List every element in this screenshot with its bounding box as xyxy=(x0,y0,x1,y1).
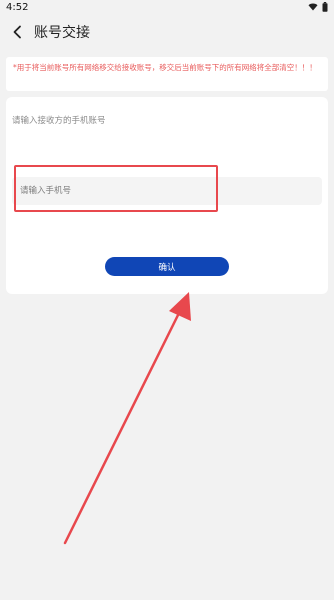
back-button[interactable] xyxy=(6,20,28,44)
phone-input[interactable] xyxy=(12,177,322,205)
status-icons xyxy=(308,2,328,12)
receiver-phone-label: 请输入接收方的手机账号 xyxy=(12,116,106,126)
battery-icon xyxy=(322,2,328,12)
wifi-icon xyxy=(308,3,318,11)
page-title: 账号交接 xyxy=(34,25,90,41)
transfer-form-card: 请输入接收方的手机账号 确认 xyxy=(6,97,328,294)
warning-notice-text: *用于将当前账号所有网络移交给接收账号，移交后当前账号下的所有网络将全部清空！！… xyxy=(13,63,317,72)
chevron-left-icon xyxy=(13,25,21,39)
app-bar: 账号交接 xyxy=(0,14,334,50)
status-bar: 4:52 xyxy=(0,0,334,14)
status-time: 4:52 xyxy=(6,1,29,13)
confirm-button[interactable]: 确认 xyxy=(105,257,229,276)
warning-notice: *用于将当前账号所有网络移交给接收账号，移交后当前账号下的所有网络将全部清空！！… xyxy=(6,57,328,91)
